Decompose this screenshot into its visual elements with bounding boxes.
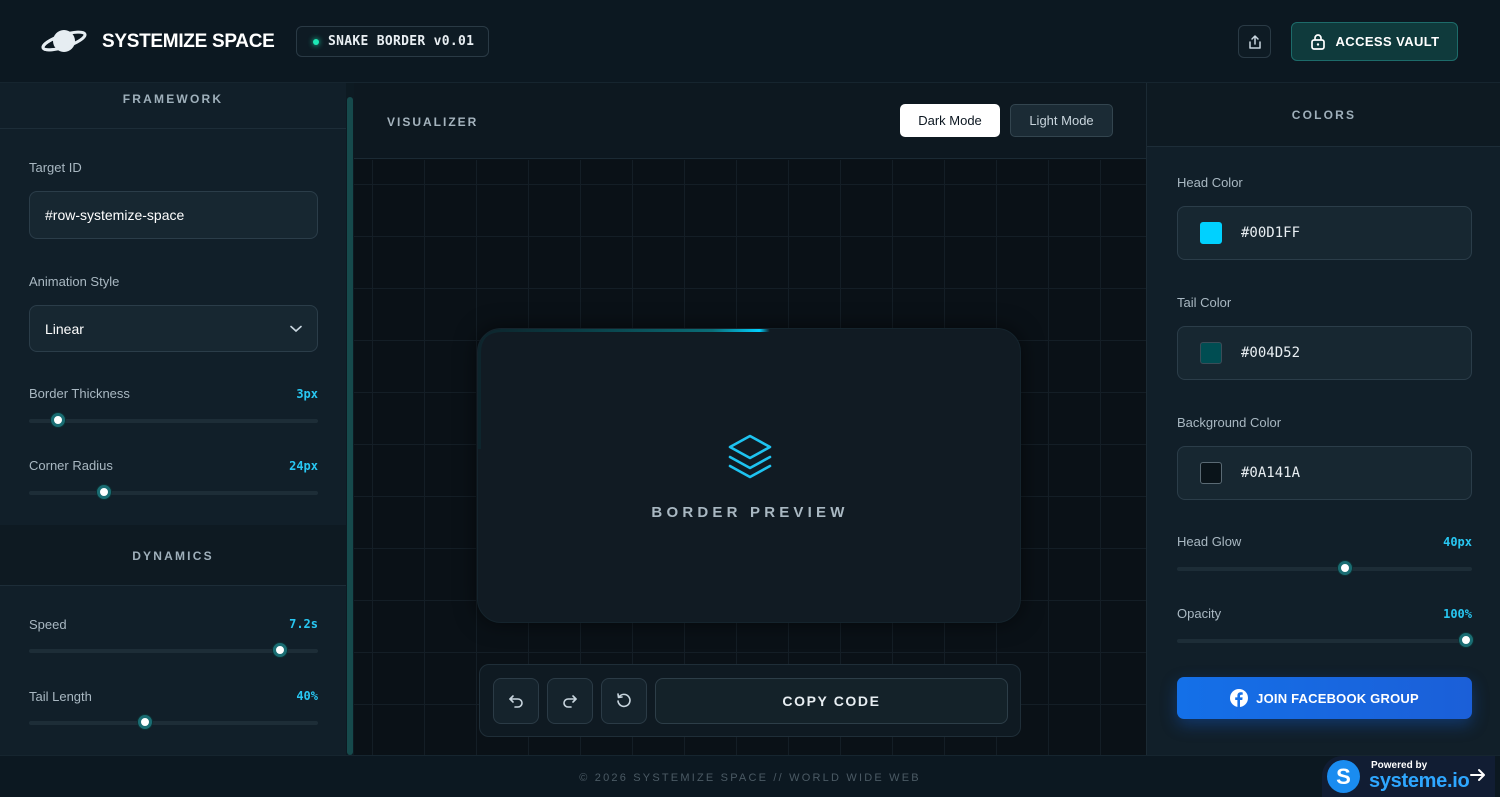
reset-icon: [617, 693, 631, 708]
access-vault-label: ACCESS VAULT: [1335, 34, 1440, 49]
version-badge: SNAKE BORDER v0.01: [296, 26, 489, 57]
share-button[interactable]: [1238, 25, 1271, 58]
redo-button[interactable]: [547, 678, 593, 724]
reset-button[interactable]: [601, 678, 647, 724]
animation-style-select[interactable]: Linear: [29, 305, 318, 352]
border-thickness-handle[interactable]: [50, 413, 65, 427]
border-thickness-slider[interactable]: [29, 419, 318, 423]
head-glow-value: 40px: [1443, 535, 1472, 549]
opacity-label: Opacity: [1177, 606, 1222, 621]
status-dot: [313, 38, 319, 45]
redo-icon: [563, 695, 577, 708]
version-label: SNAKE BORDER v0.01: [328, 34, 475, 49]
powered-by-badge[interactable]: S Powered by systeme.io: [1322, 756, 1495, 797]
copyright-text: © 2026 SYSTEMIZE SPACE // WORLD WIDE WEB: [579, 772, 921, 784]
systeme-logo-icon: S: [1327, 760, 1360, 793]
chevron-down-icon: [290, 325, 302, 332]
scrollbar-thumb[interactable]: [347, 97, 353, 755]
planet-icon[interactable]: [40, 24, 88, 58]
framework-title: FRAMEWORK: [122, 92, 224, 106]
head-color-label: Head Color: [1177, 175, 1243, 190]
brand-name[interactable]: SYSTEMIZE SPACE: [102, 31, 275, 53]
tail-length-slider[interactable]: [29, 721, 318, 725]
join-facebook-group-button[interactable]: JOIN FACEBOOK GROUP: [1177, 677, 1472, 719]
tail-length-value: 40%: [296, 689, 318, 703]
colors-title: COLORS: [1291, 108, 1357, 122]
corner-radius-handle[interactable]: [97, 485, 112, 499]
visualizer-title: VISUALIZER: [387, 115, 479, 129]
facebook-icon: [1230, 689, 1249, 707]
app-footer: © 2026 SYSTEMIZE SPACE // WORLD WIDE WEB…: [0, 755, 1500, 797]
preview-canvas: BORDER PREVIEW COPY CODE: [354, 160, 1146, 755]
powered-by-name: systeme.io: [1369, 770, 1470, 792]
undo-icon: [509, 695, 523, 708]
head-glow-handle[interactable]: [1338, 561, 1353, 575]
divider: [0, 585, 346, 586]
corner-radius-slider[interactable]: [29, 491, 318, 495]
share-icon: [1248, 34, 1261, 49]
head-color-swatch[interactable]: [1200, 222, 1222, 244]
target-id-input[interactable]: [29, 191, 318, 239]
speed-label: Speed: [29, 617, 67, 632]
corner-radius-label: Corner Radius: [29, 458, 113, 473]
action-toolbar: COPY CODE: [479, 664, 1021, 737]
colors-header: COLORS: [1147, 83, 1500, 147]
visualizer-header: VISUALIZER Dark Mode Light Mode: [354, 83, 1146, 159]
background-color-swatch[interactable]: [1200, 462, 1222, 484]
corner-radius-value: 24px: [289, 459, 318, 473]
tail-length-label: Tail Length: [29, 689, 92, 704]
border-thickness-value: 3px: [296, 387, 318, 401]
head-glow-slider[interactable]: [1177, 567, 1472, 571]
access-vault-button[interactable]: ACCESS VAULT: [1291, 22, 1458, 61]
opacity-slider[interactable]: [1177, 639, 1472, 643]
head-color-field[interactable]: #00D1FF: [1177, 206, 1472, 260]
tail-color-value: #004D52: [1241, 345, 1301, 361]
border-preview-label: BORDER PREVIEW: [651, 504, 849, 521]
background-color-field[interactable]: #0A141A: [1177, 446, 1472, 500]
settings-panel-left: FRAMEWORK Target ID Animation Style Line…: [0, 83, 346, 755]
tail-color-swatch[interactable]: [1200, 342, 1222, 364]
dynamics-title: DYNAMICS: [132, 549, 214, 563]
copy-code-button[interactable]: COPY CODE: [655, 678, 1008, 724]
head-color-value: #00D1FF: [1241, 225, 1301, 241]
layers-icon: [728, 434, 772, 479]
tail-color-field[interactable]: #004D52: [1177, 326, 1472, 380]
opacity-handle[interactable]: [1459, 633, 1474, 647]
background-color-value: #0A141A: [1241, 465, 1301, 481]
light-mode-button[interactable]: Light Mode: [1010, 104, 1113, 137]
tail-color-label: Tail Color: [1177, 295, 1232, 310]
target-id-label: Target ID: [29, 160, 82, 175]
animation-style-value: Linear: [45, 320, 84, 337]
speed-handle[interactable]: [273, 643, 288, 657]
opacity-value: 100%: [1443, 607, 1472, 621]
app-header: SYSTEMIZE SPACE SNAKE BORDER v0.01 ACCES…: [0, 0, 1500, 83]
divider: [0, 128, 346, 129]
settings-panel-right: COLORS Head Color #00D1FF Tail Color #00…: [1146, 83, 1500, 755]
undo-button[interactable]: [493, 678, 539, 724]
background-color-label: Background Color: [1177, 415, 1282, 430]
animation-style-label: Animation Style: [29, 274, 120, 289]
head-glow-label: Head Glow: [1177, 534, 1242, 549]
arrow-right-icon: [1470, 769, 1485, 781]
border-thickness-label: Border Thickness: [29, 386, 130, 401]
lock-icon: [1310, 34, 1325, 50]
speed-value: 7.2s: [289, 617, 318, 631]
visualizer-panel: VISUALIZER Dark Mode Light Mode BORDER P…: [354, 83, 1146, 755]
dark-mode-button[interactable]: Dark Mode: [900, 104, 1000, 137]
tail-length-handle[interactable]: [137, 715, 152, 729]
join-facebook-group-label: JOIN FACEBOOK GROUP: [1256, 690, 1419, 706]
